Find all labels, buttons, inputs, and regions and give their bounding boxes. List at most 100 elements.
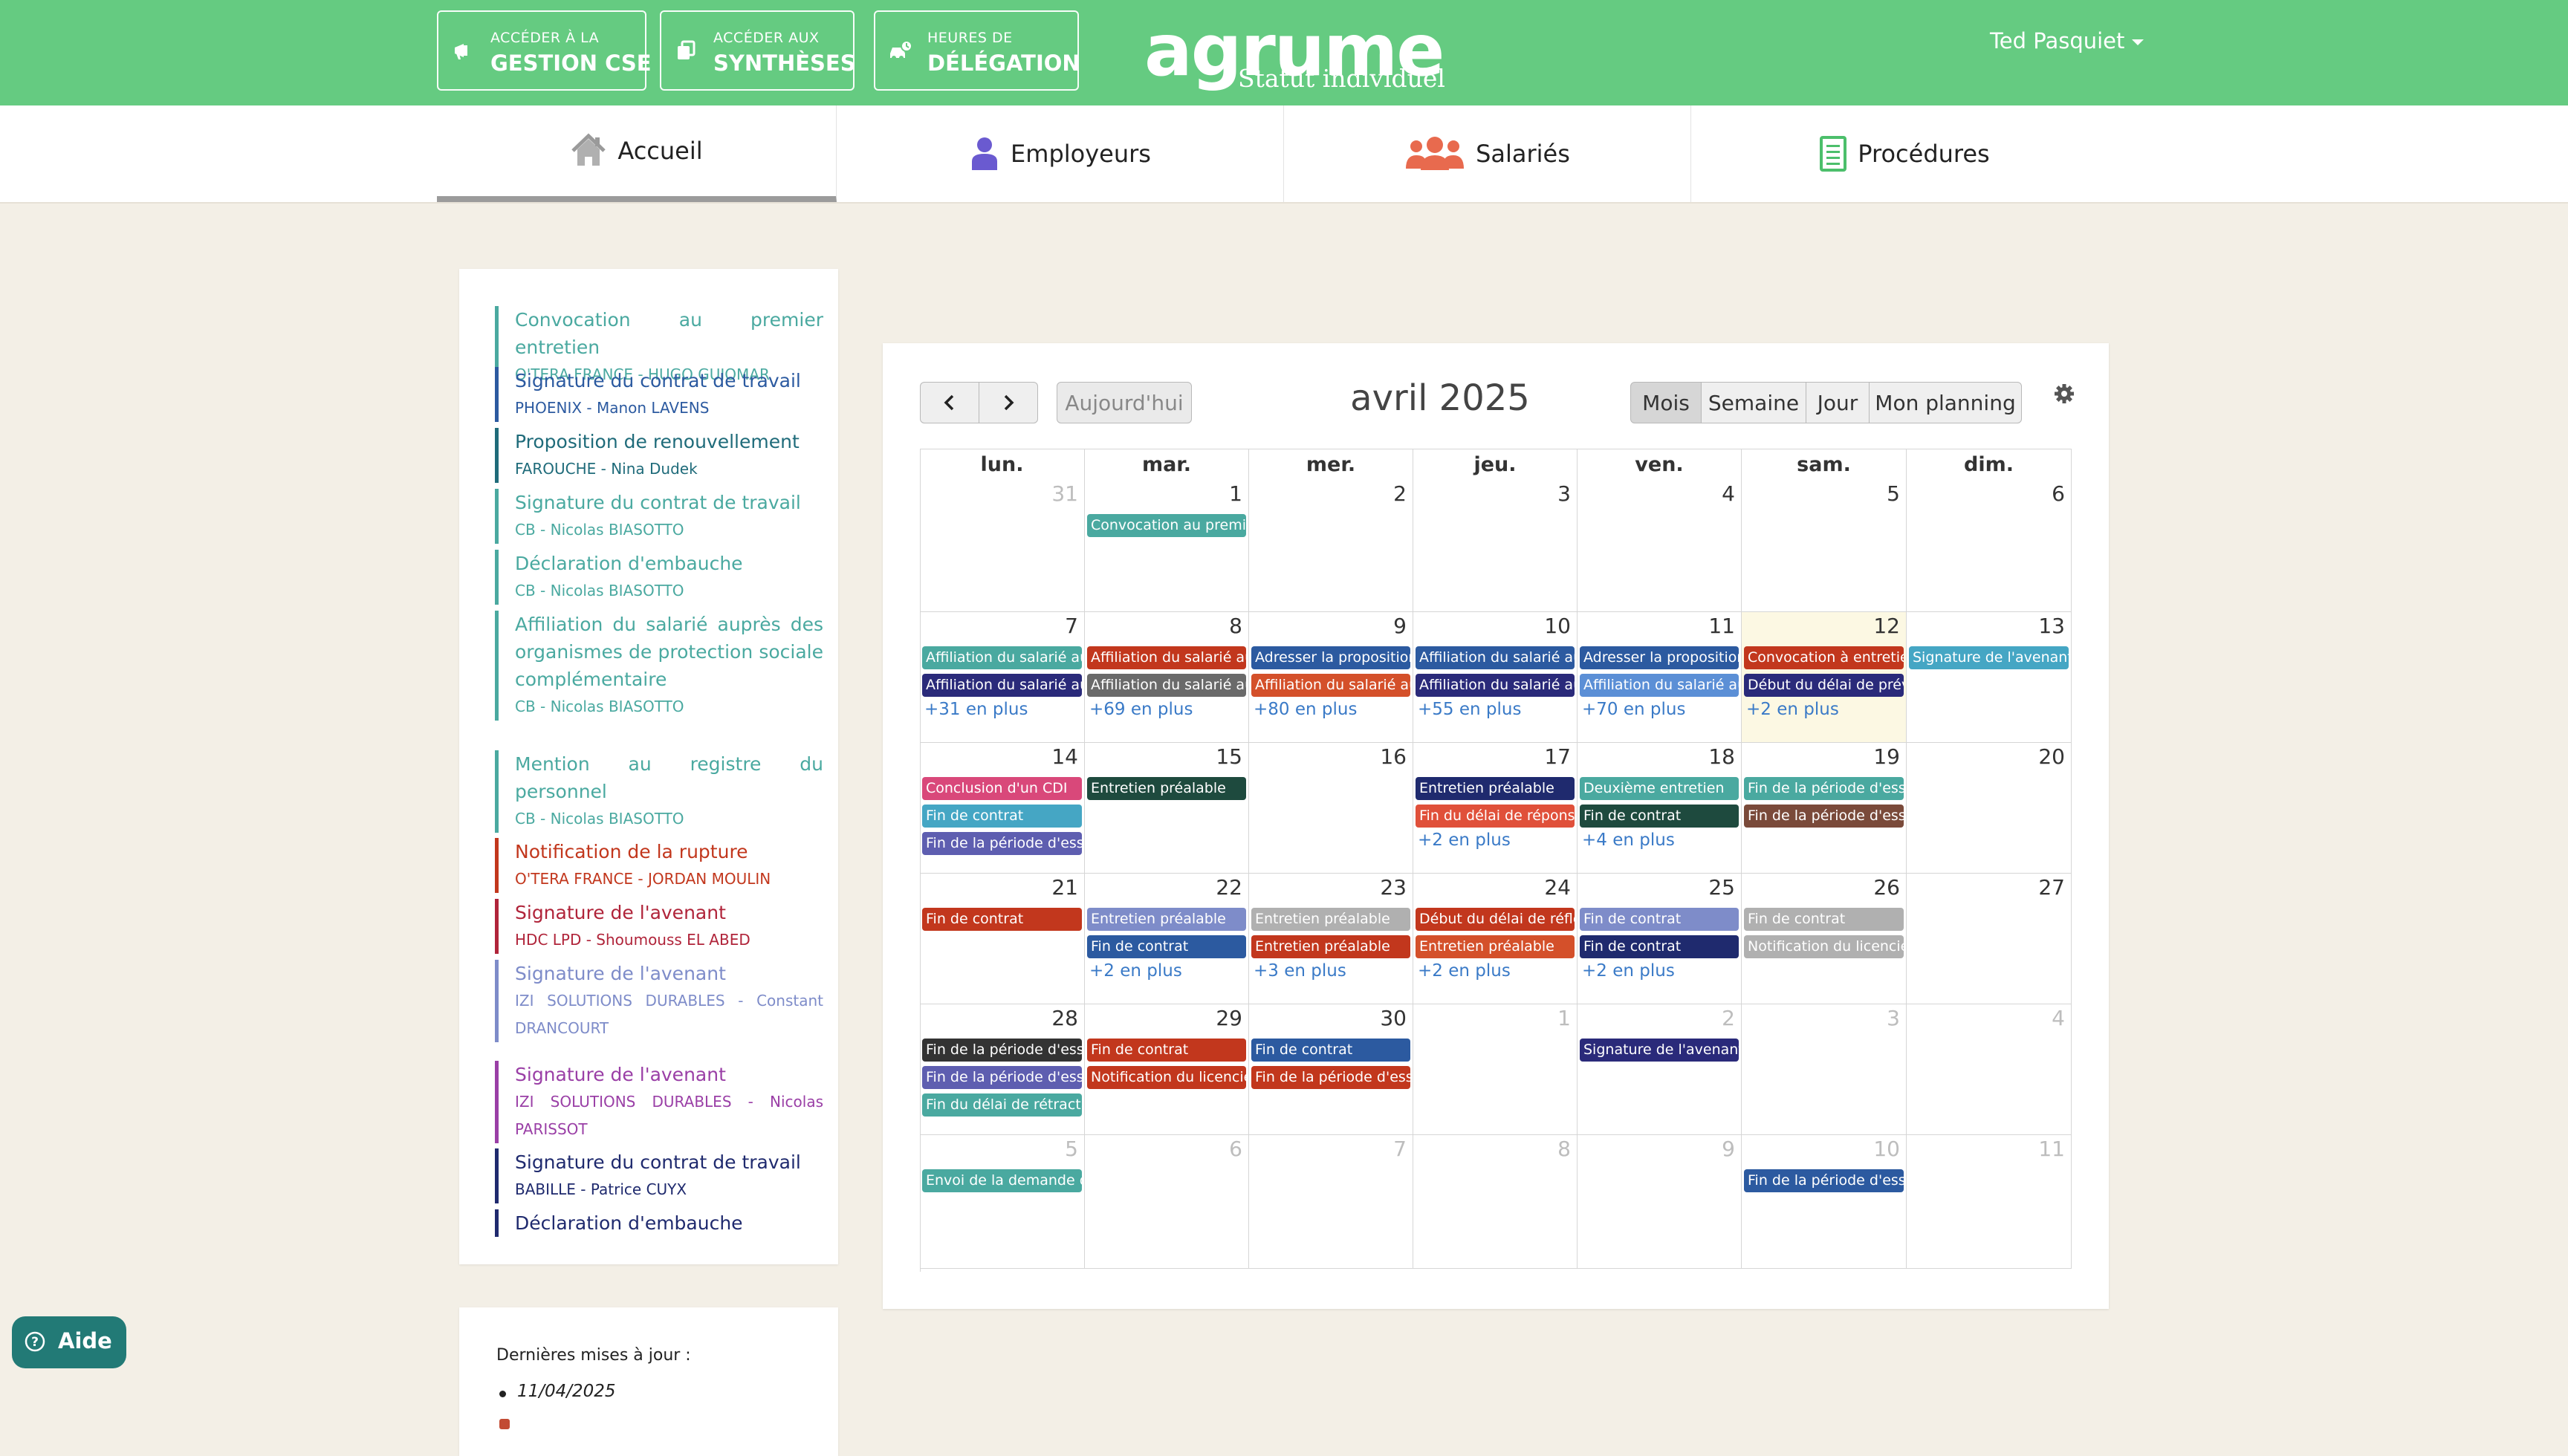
calendar-event[interactable]: Signature de l'avenant: [1909, 646, 2069, 669]
day-cell[interactable]: 10 Fin de la période d'essai: [1742, 1135, 1907, 1269]
day-number[interactable]: 11: [1708, 614, 1735, 638]
tab-accueil[interactable]: Accueil: [437, 105, 837, 202]
day-cell[interactable]: 3: [1413, 480, 1578, 612]
calendar-event[interactable]: Entretien préalable: [1416, 777, 1575, 800]
more-events-link[interactable]: +2 en plus: [1089, 961, 1182, 981]
calendar-event[interactable]: Début du délai de réflexion: [1416, 908, 1575, 931]
gestion-cse-button[interactable]: ACCÉDER À LA GESTION CSE: [437, 10, 652, 91]
day-number[interactable]: 12: [1873, 614, 1900, 638]
tab-employeurs[interactable]: Employeurs: [837, 105, 1284, 202]
day-number[interactable]: 7: [1393, 1137, 1407, 1161]
day-number[interactable]: 22: [1216, 875, 1242, 900]
task-item[interactable]: Signature du contrat de travail CB - Nico…: [495, 489, 823, 544]
calendar-event[interactable]: Deuxième entretien: [1580, 777, 1739, 800]
day-cell[interactable]: 25 Fin de contrat Fin de contrat +2 en plus: [1578, 874, 1742, 1004]
calendar-event[interactable]: Fin de contrat: [1251, 1039, 1410, 1062]
calendar-event[interactable]: Fin de contrat: [922, 805, 1082, 828]
tab-procedures[interactable]: Procédures: [1691, 105, 2118, 202]
day-cell[interactable]: 6: [1907, 480, 2072, 612]
day-cell[interactable]: 28 Fin de la période d'essai Fin de la pér…: [920, 1004, 1085, 1135]
calendar-event[interactable]: Fin du délai de réponse: [1416, 805, 1575, 828]
calendar-event[interactable]: Fin de la période d'essai: [1251, 1066, 1410, 1089]
day-cell[interactable]: 20: [1907, 743, 2072, 874]
day-cell[interactable]: 8 Affiliation du salarié auprès Affiliatio…: [1085, 612, 1249, 743]
calendar-event[interactable]: Envoi de la demande d'homologation: [922, 1169, 1082, 1192]
calendar-event[interactable]: Entretien préalable: [1416, 935, 1575, 958]
task-item[interactable]: Signature de l'avenant IZI SOLUTIONS DURA…: [495, 1061, 823, 1143]
day-number[interactable]: 6: [1229, 1137, 1242, 1161]
day-number[interactable]: 1: [1557, 1006, 1571, 1030]
task-item[interactable]: Déclaration d'embauche: [495, 1209, 823, 1237]
task-item[interactable]: Signature de l'avenant HDC LPD - Shoumous…: [495, 899, 823, 954]
day-number[interactable]: 4: [1722, 481, 1735, 506]
prev-month-button[interactable]: [920, 382, 979, 423]
day-number[interactable]: 10: [1873, 1137, 1900, 1161]
calendar-event[interactable]: Affiliation du salarié auprès: [922, 646, 1082, 669]
day-number[interactable]: 3: [1887, 1006, 1900, 1030]
more-events-link[interactable]: +55 en plus: [1418, 700, 1521, 719]
day-number[interactable]: 6: [2052, 481, 2065, 506]
task-item[interactable]: Affiliation du salarié auprès des organi…: [495, 611, 823, 721]
task-item[interactable]: Déclaration d'embauche CB - Nicolas BIASO…: [495, 550, 823, 605]
next-month-button[interactable]: [979, 382, 1038, 423]
day-cell[interactable]: 1: [1413, 1004, 1578, 1135]
day-cell[interactable]: 7: [1249, 1135, 1413, 1269]
calendar-event[interactable]: Fin de contrat: [1580, 805, 1739, 828]
day-number[interactable]: 5: [1065, 1137, 1078, 1161]
calendar-event[interactable]: Fin de la période d'essai: [1744, 805, 1904, 828]
day-cell[interactable]: 1 Convocation au premier entretien: [1085, 480, 1249, 612]
calendar-event[interactable]: Entretien préalable: [1251, 935, 1410, 958]
day-number[interactable]: 17: [1544, 744, 1571, 769]
more-events-link[interactable]: +31 en plus: [924, 700, 1028, 719]
day-cell[interactable]: 23 Entretien préalable Entretien préalable…: [1249, 874, 1413, 1004]
task-item[interactable]: Signature du contrat de travail PHOENIX -…: [495, 367, 823, 422]
day-number[interactable]: 9: [1722, 1137, 1735, 1161]
task-item[interactable]: Signature du contrat de travail BABILLE -…: [495, 1148, 823, 1203]
day-cell[interactable]: 19 Fin de la période d'essai Fin de la pér…: [1742, 743, 1907, 874]
task-item[interactable]: Proposition de renouvellement FAROUCHE - …: [495, 428, 823, 483]
calendar-event[interactable]: Entretien préalable: [1087, 777, 1246, 800]
day-cell[interactable]: 27: [1907, 874, 2072, 1004]
day-number[interactable]: 24: [1544, 875, 1571, 900]
syntheses-button[interactable]: ACCÉDER AUX SYNTHÈSES: [660, 10, 856, 91]
calendar-event[interactable]: Début du délai de prévenance: [1744, 674, 1904, 697]
task-item[interactable]: Notification de la rupture O'TERA FRANCE …: [495, 838, 823, 893]
day-number[interactable]: 28: [1051, 1006, 1078, 1030]
calendar-event[interactable]: Fin de contrat: [1087, 935, 1246, 958]
user-menu[interactable]: Ted Pasquiet: [1990, 28, 2144, 53]
day-cell[interactable]: 4: [1907, 1004, 2072, 1135]
gear-icon[interactable]: [2052, 382, 2076, 406]
day-number[interactable]: 16: [1380, 744, 1407, 769]
calendar-event[interactable]: Entretien préalable: [1251, 908, 1410, 931]
day-number[interactable]: 8: [1557, 1137, 1571, 1161]
today-button[interactable]: Aujourd'hui: [1057, 382, 1192, 423]
day-cell[interactable]: 2: [1249, 480, 1413, 612]
calendar-event[interactable]: Convocation à entretien: [1744, 646, 1904, 669]
day-cell[interactable]: 18 Deuxième entretien Fin de contrat +4 en …: [1578, 743, 1742, 874]
day-cell[interactable]: 4: [1578, 480, 1742, 612]
day-number[interactable]: 1: [1229, 481, 1242, 506]
day-cell[interactable]: 31: [920, 480, 1085, 612]
more-events-link[interactable]: +2 en plus: [1746, 700, 1839, 719]
day-number[interactable]: 8: [1229, 614, 1242, 638]
day-cell[interactable]: 9: [1578, 1135, 1742, 1269]
calendar-event[interactable]: Conclusion d'un CDI: [922, 777, 1082, 800]
calendar-event[interactable]: Affiliation du salarié auprès: [1416, 646, 1575, 669]
day-number[interactable]: 23: [1380, 875, 1407, 900]
day-number[interactable]: 14: [1051, 744, 1078, 769]
calendar-event[interactable]: Affiliation du salarié auprès: [922, 674, 1082, 697]
day-cell[interactable]: 11 Adresser la proposition Affiliation du …: [1578, 612, 1742, 743]
day-cell[interactable]: 10 Affiliation du salarié auprès Affiliati…: [1413, 612, 1578, 743]
calendar-event[interactable]: Fin de la période d'essai: [1744, 777, 1904, 800]
more-events-link[interactable]: +69 en plus: [1089, 700, 1193, 719]
day-cell[interactable]: 14 Conclusion d'un CDI Fin de contrat Fin d…: [920, 743, 1085, 874]
day-cell[interactable]: 13 Signature de l'avenant: [1907, 612, 2072, 743]
day-cell[interactable]: 2 Signature de l'avenant: [1578, 1004, 1742, 1135]
calendar-event[interactable]: Entretien préalable: [1087, 908, 1246, 931]
day-number[interactable]: 21: [1051, 875, 1078, 900]
task-item[interactable]: Signature de l'avenant IZI SOLUTIONS DURA…: [495, 960, 823, 1042]
day-cell[interactable]: 7 Affiliation du salarié auprès Affiliatio…: [920, 612, 1085, 743]
day-number[interactable]: 29: [1216, 1006, 1242, 1030]
day-number[interactable]: 19: [1873, 744, 1900, 769]
day-number[interactable]: 30: [1380, 1006, 1407, 1030]
